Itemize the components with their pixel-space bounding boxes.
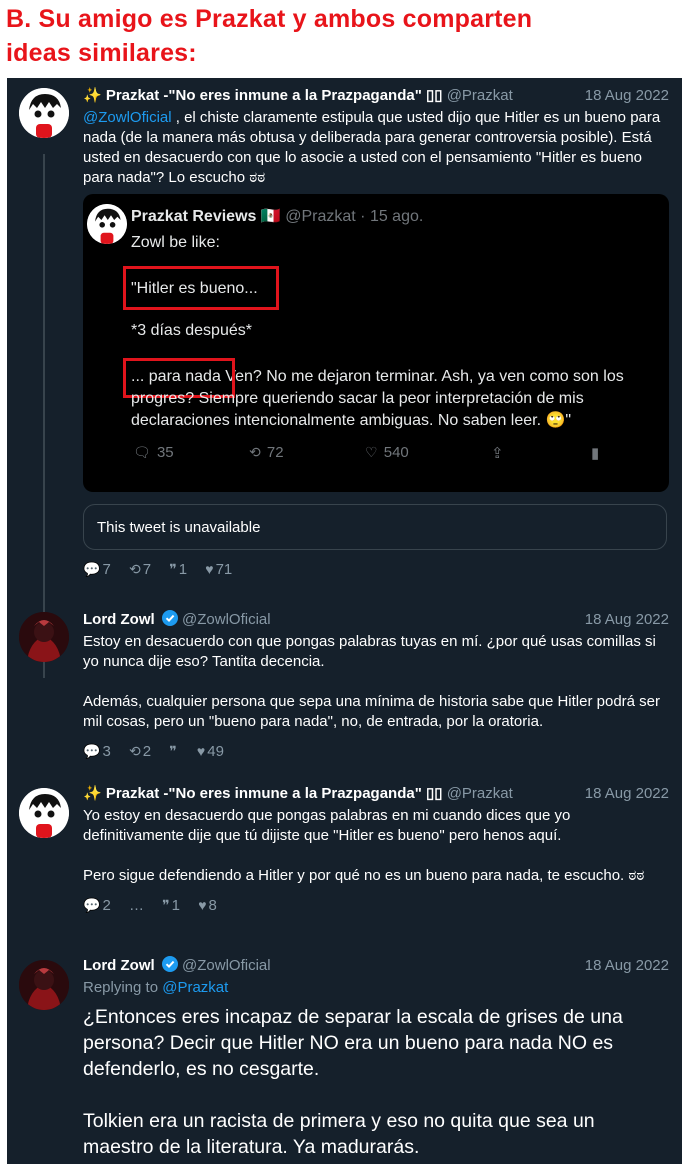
retweet-icon: ⟲ <box>249 444 261 460</box>
prazkat-avatar[interactable] <box>19 788 69 838</box>
mexico-flag-icon: 🇲🇽 <box>260 208 281 225</box>
retweet-icon: ⟲ <box>128 561 141 577</box>
red-highlight-box-1 <box>123 266 279 310</box>
embed-author-row: Prazkat Reviews 🇲🇽 @Prazkat · 15 ago. <box>131 206 423 226</box>
embed-handle-time: @Prazkat · 15 ago. <box>285 208 424 225</box>
tweet-2-actions: 💬 3 ⟲ 2 ❞ ♥ 49 <box>83 742 669 760</box>
like-button[interactable]: ♥ 71 <box>205 560 232 579</box>
tweet-text: @ZowlOficial , el chiste claramente esti… <box>83 108 669 188</box>
replying-to-row: Replying to @Prazkat <box>83 978 669 998</box>
caption-line-1: B. Su amigo es Prazkat y ambos comparten <box>6 5 533 33</box>
quote-icon: ❞ <box>169 561 177 577</box>
like-button[interactable]: ♥ 49 <box>197 742 224 761</box>
reply-icon: 💬 <box>83 743 101 759</box>
tweet-paragraph-2: Tolkien era un racista de primera y eso … <box>83 1110 595 1158</box>
author-name[interactable]: ✨ Prazkat -"No eres inmune a la Prazpaga… <box>83 87 443 104</box>
retweet-button[interactable]: ⟲ 2 <box>129 742 151 761</box>
lord-zowl-avatar[interactable] <box>19 612 69 662</box>
verified-badge-icon <box>161 956 178 978</box>
tweet-paragraph-1: Estoy en desacuerdo con que pongas palab… <box>83 633 656 670</box>
tweet-paragraph-2: Además, cualquier persona que sepa una m… <box>83 693 661 730</box>
replying-to-label: Replying to <box>83 979 159 996</box>
tweet-1-actions: 💬 7 ⟲ 7 ❞ 1 ♥ 71 <box>83 560 246 578</box>
embedded-screenshot: Prazkat Reviews 🇲🇽 @Prazkat · 15 ago. Zo… <box>83 194 669 492</box>
author-handle[interactable]: @Prazkat <box>447 87 513 104</box>
lord-zowl-avatar[interactable] <box>19 960 69 1010</box>
author-name[interactable]: Lord Zowl <box>83 957 155 974</box>
reply-button[interactable]: 💬 7 <box>83 560 111 579</box>
retweet-button[interactable]: ⟲ 7 <box>129 560 151 579</box>
twitter-thread-panel: ✨ Prazkat -"No eres inmune a la Prazpaga… <box>7 78 682 1164</box>
quote-icon: ❞ <box>162 897 170 913</box>
heart-icon: ♥ <box>198 897 207 913</box>
reply-button[interactable]: 💬 2 <box>83 896 111 915</box>
heart-icon: ♡ <box>365 444 378 460</box>
reply-icon: 💬 <box>83 897 101 913</box>
author-name[interactable]: ✨ Prazkat -"No eres inmune a la Prazpaga… <box>83 785 443 802</box>
author-handle[interactable]: @ZowlOficial <box>182 957 271 974</box>
heart-icon: ♥ <box>196 743 206 759</box>
share-icon: ⇪ <box>491 445 504 462</box>
retweet-icon: ⟲ <box>128 743 141 759</box>
quote-button[interactable]: ❞ 1 <box>162 896 180 915</box>
embed-reply-count: 🗨 35 <box>133 444 174 461</box>
embed-likes: 540 <box>383 444 409 461</box>
thread-connector-line <box>43 154 45 678</box>
embed-retweet-count: ⟲ 72 <box>249 444 284 461</box>
tweet-date[interactable]: 18 Aug 2022 <box>585 784 669 804</box>
reply-icon: 💬 <box>83 561 101 577</box>
heart-icon: ♥ <box>205 561 214 577</box>
retweet-button[interactable]: … <box>129 897 144 915</box>
tweet-3-actions: 💬 2 … ❞ 1 ♥ 8 <box>83 896 669 914</box>
embed-line-1: Zowl be like: <box>131 234 220 251</box>
analytics-icon: ▮ <box>591 445 600 462</box>
tweet-paragraph-1: ¿Entonces eres incapaz de separar la esc… <box>83 1006 623 1080</box>
author-handle[interactable]: @ZowlOficial <box>182 611 271 628</box>
author-handle[interactable]: @Prazkat <box>447 785 513 802</box>
like-button[interactable]: ♥ 8 <box>198 896 217 915</box>
tweet-paragraph-1: Yo estoy en desacuerdo que pongas palabr… <box>83 807 571 844</box>
reply-button[interactable]: 💬 3 <box>83 742 111 761</box>
embed-line-5: progres? Siempre queriendo sacar la peor… <box>131 390 584 407</box>
prazkat-avatar[interactable] <box>19 88 69 138</box>
embed-line-4-rest: Ven? No me dejaron terminar. Ash, ya ven… <box>220 368 624 385</box>
mention-link[interactable]: @ZowlOficial <box>83 109 172 126</box>
replying-to-link[interactable]: @Prazkat <box>162 979 228 996</box>
quote-icon: ❞ <box>169 743 177 759</box>
embed-like-count: ♡ 540 <box>365 444 409 461</box>
tweet-date[interactable]: 18 Aug 2022 <box>585 956 669 976</box>
tweet-paragraph-2: Pero sigue defendiendo a Hitler y por qu… <box>83 867 645 884</box>
caption-line-2: ideas similares: <box>6 39 197 67</box>
embed-author-name: Prazkat Reviews <box>131 208 257 225</box>
quote-button[interactable]: ❞ <box>169 742 179 761</box>
meme-caption: B. Su amigo es Prazkat y ambos comparten… <box>6 2 676 70</box>
tweet-date[interactable]: 18 Aug 2022 <box>585 86 669 106</box>
verified-badge-icon <box>161 610 178 632</box>
quote-button[interactable]: ❞ 1 <box>169 560 187 579</box>
unavailable-tweet-card[interactable]: This tweet is unavailable <box>83 504 667 550</box>
reply-icon: 🗨 <box>133 444 151 460</box>
author-name[interactable]: Lord Zowl <box>83 611 155 628</box>
embed-line-6: declaraciones intencionalmente ambiguas.… <box>131 412 572 429</box>
embed-retweets: 72 <box>266 444 284 461</box>
embed-line-3: *3 días después* <box>131 322 252 339</box>
prazkat-reviews-avatar <box>87 204 127 244</box>
tweet-date[interactable]: 18 Aug 2022 <box>585 610 669 630</box>
embed-replies: 35 <box>156 444 174 461</box>
